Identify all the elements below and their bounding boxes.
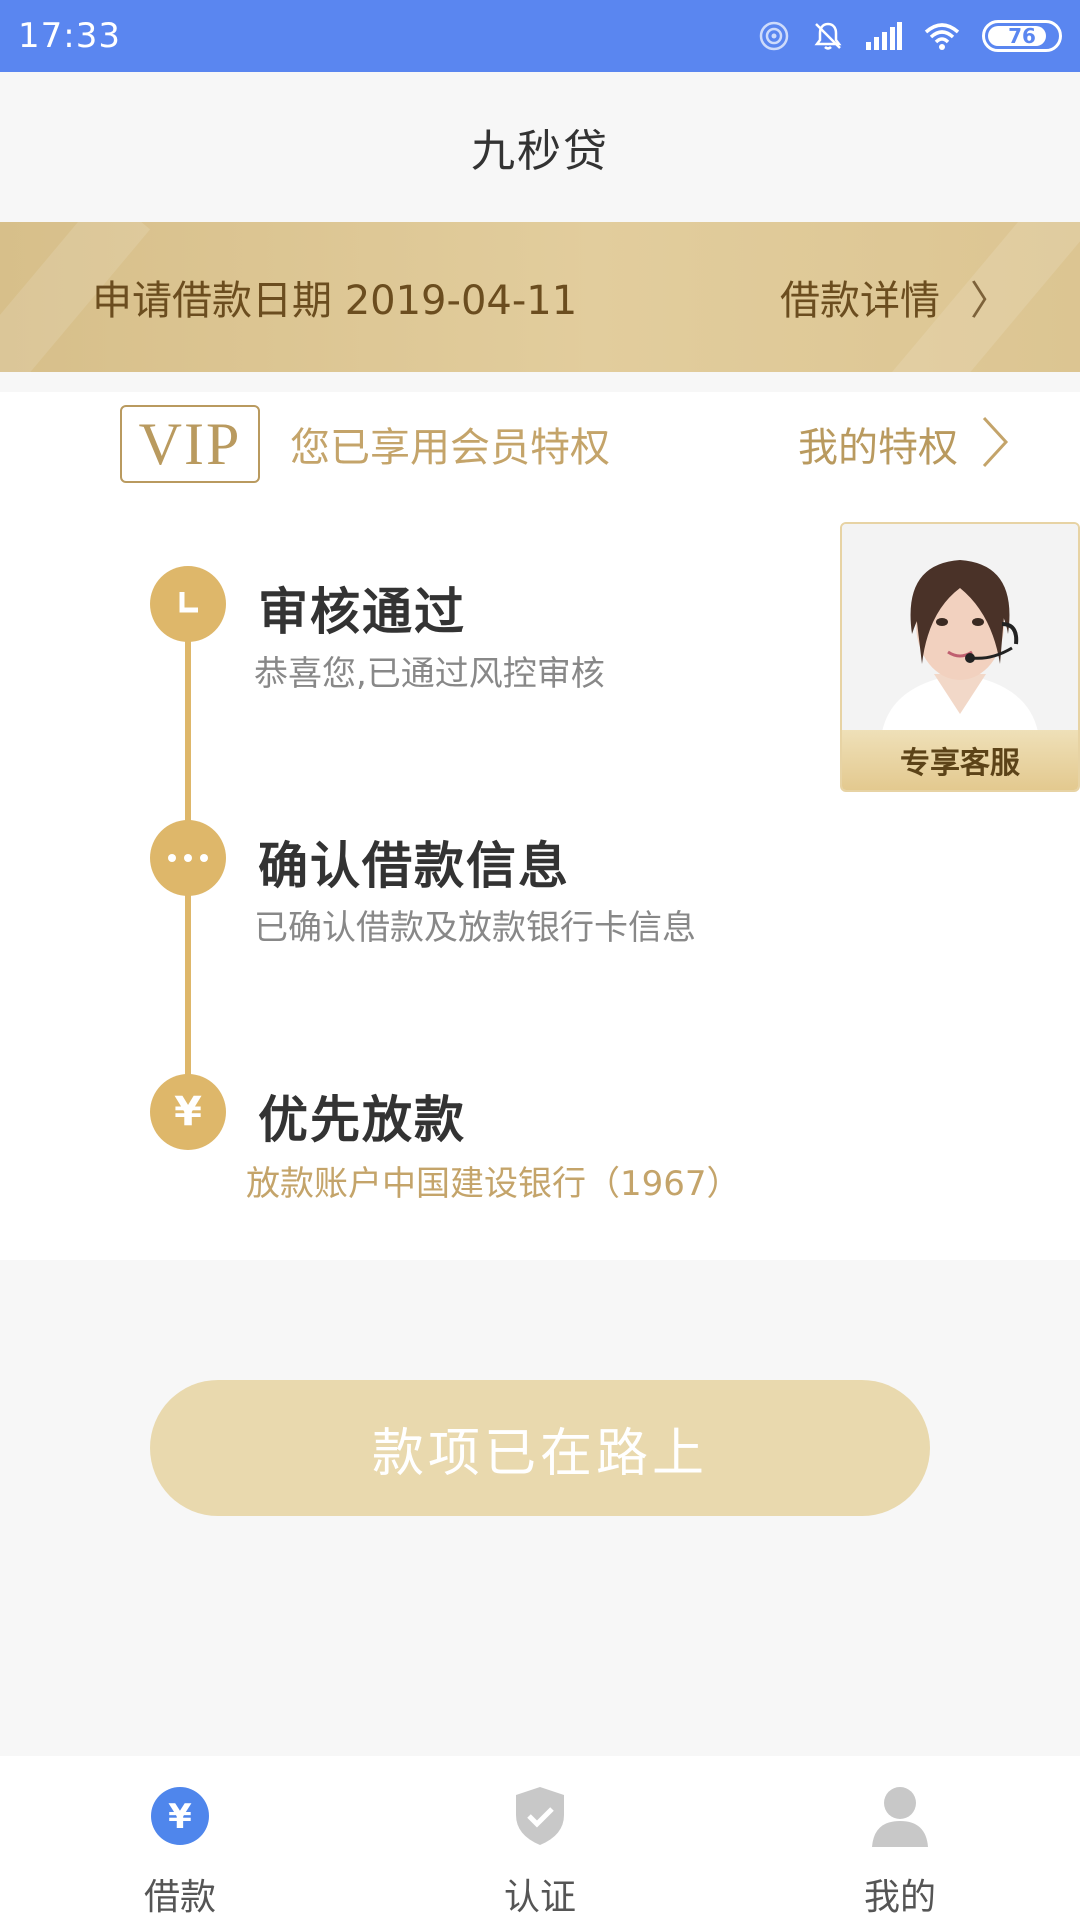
loan-details-label: 借款详情 xyxy=(780,278,940,324)
yuan-circle-icon: ¥ xyxy=(148,1784,212,1848)
clock-icon xyxy=(150,566,226,642)
wifi-icon xyxy=(924,22,960,50)
yuan-icon: ¥ xyxy=(150,1074,226,1150)
more-dots-icon xyxy=(150,820,226,896)
vip-badge: VIP xyxy=(120,405,260,483)
customer-service-avatar xyxy=(842,524,1078,732)
bell-muted-icon xyxy=(812,20,844,52)
step-desc: 恭喜您,已通过风控审核 xyxy=(254,654,605,694)
page-title: 九秒贷 xyxy=(471,126,609,177)
chevron-right-icon: 〉 xyxy=(970,278,1010,324)
status-icons: 76 xyxy=(758,20,1062,52)
step-title: 确认借款信息 xyxy=(258,837,570,895)
nav-item-mine[interactable]: 我的 xyxy=(720,1756,1080,1920)
nav-label: 认证 xyxy=(503,1877,576,1918)
title-bar: 九秒贷 xyxy=(0,72,1080,222)
vip-status-text: 您已享用会员特权 xyxy=(290,425,610,471)
exclusive-service-label: 专享客服 xyxy=(900,746,1020,781)
step-title: 审核通过 xyxy=(258,583,466,641)
money-on-the-way-button[interactable]: 款项已在路上 xyxy=(150,1380,930,1516)
battery-level: 76 xyxy=(1008,24,1036,48)
loan-details-link[interactable]: 借款详情 〉 xyxy=(780,268,1010,326)
step-desc: 已确认借款及放款银行卡信息 xyxy=(254,908,696,948)
loan-application-date: 申请借款日期 2019-04-11 xyxy=(92,278,578,324)
svg-text:¥: ¥ xyxy=(168,1797,192,1837)
service-label-bar: 专享客服 xyxy=(842,730,1078,790)
chevron-right-icon xyxy=(980,414,1010,474)
shield-check-icon xyxy=(508,1784,572,1848)
hotspot-icon xyxy=(758,20,790,52)
nav-item-verify[interactable]: 认证 xyxy=(360,1756,720,1920)
person-icon xyxy=(868,1784,932,1848)
status-time: 17:33 xyxy=(18,16,121,56)
battery-icon: 76 xyxy=(982,20,1062,52)
step-title: 优先放款 xyxy=(258,1091,466,1149)
money-on-the-way-label: 款项已在路上 xyxy=(371,1423,708,1484)
bottom-nav: ¥ 借款 认证 我的 xyxy=(0,1756,1080,1920)
my-privileges-link[interactable]: 我的特权 xyxy=(798,414,1010,474)
loan-date-banner[interactable]: 申请借款日期 2019-04-11 借款详情 〉 xyxy=(0,222,1080,372)
step-desc: 放款账户中国建设银行（1967） xyxy=(246,1164,741,1204)
my-privileges-label: 我的特权 xyxy=(798,425,958,471)
nav-label: 我的 xyxy=(863,1877,936,1918)
signal-icon xyxy=(866,22,902,50)
status-bar: 17:33 76 xyxy=(0,0,1080,72)
nav-label: 借款 xyxy=(143,1877,216,1918)
exclusive-service-card[interactable]: 专享客服 xyxy=(840,522,1080,792)
nav-item-loan[interactable]: ¥ 借款 xyxy=(0,1756,360,1920)
vip-row[interactable]: VIP 您已享用会员特权 我的特权 xyxy=(0,392,1080,496)
